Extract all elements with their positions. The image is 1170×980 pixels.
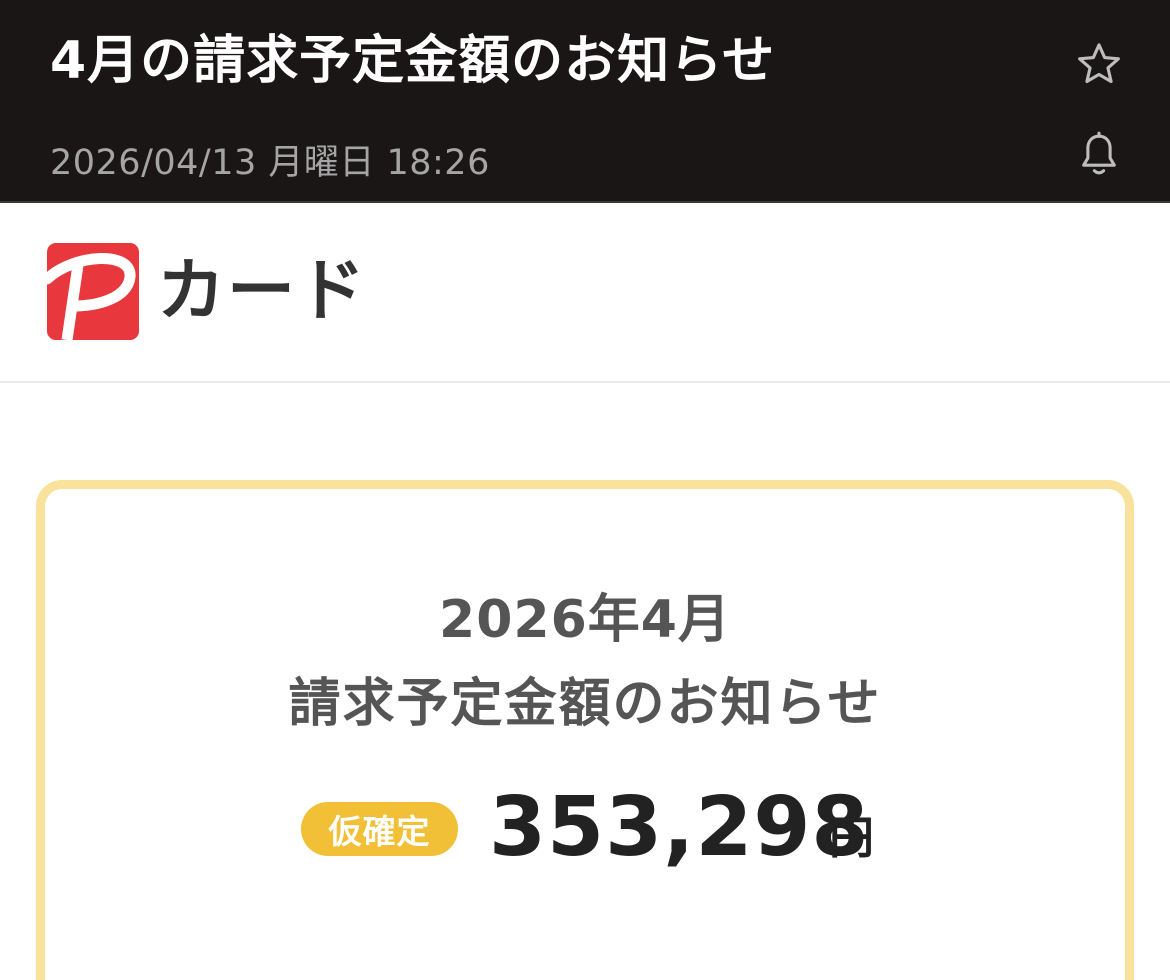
notification-button[interactable] xyxy=(1071,127,1127,183)
brand-divider xyxy=(0,381,1170,383)
brand-name: カード xyxy=(157,251,368,331)
billing-amount: 353,298 xyxy=(489,780,870,875)
brand-header: カード xyxy=(47,243,367,340)
currency-label: 円 xyxy=(829,811,875,864)
header-divider xyxy=(0,201,1170,203)
star-button[interactable] xyxy=(1071,36,1127,92)
star-icon xyxy=(1078,43,1120,84)
billing-title: 請求予定金額のお知らせ xyxy=(288,674,882,734)
email-subject: 4月の請求予定金額のお知らせ xyxy=(50,31,776,91)
email-date: 2026/04/13 月曜日 18:26 xyxy=(50,143,490,183)
paypay-p-logo-icon xyxy=(47,243,139,340)
bell-icon xyxy=(1082,131,1116,175)
billing-month: 2026年4月 xyxy=(439,590,731,650)
status-badge: 仮確定 xyxy=(301,802,458,856)
email-header: 4月の請求予定金額のお知らせ 2026/04/13 月曜日 18:26 xyxy=(0,0,1170,201)
billing-card: 2026年4月 請求予定金額のお知らせ 仮確定 353,298 円 xyxy=(36,480,1134,980)
